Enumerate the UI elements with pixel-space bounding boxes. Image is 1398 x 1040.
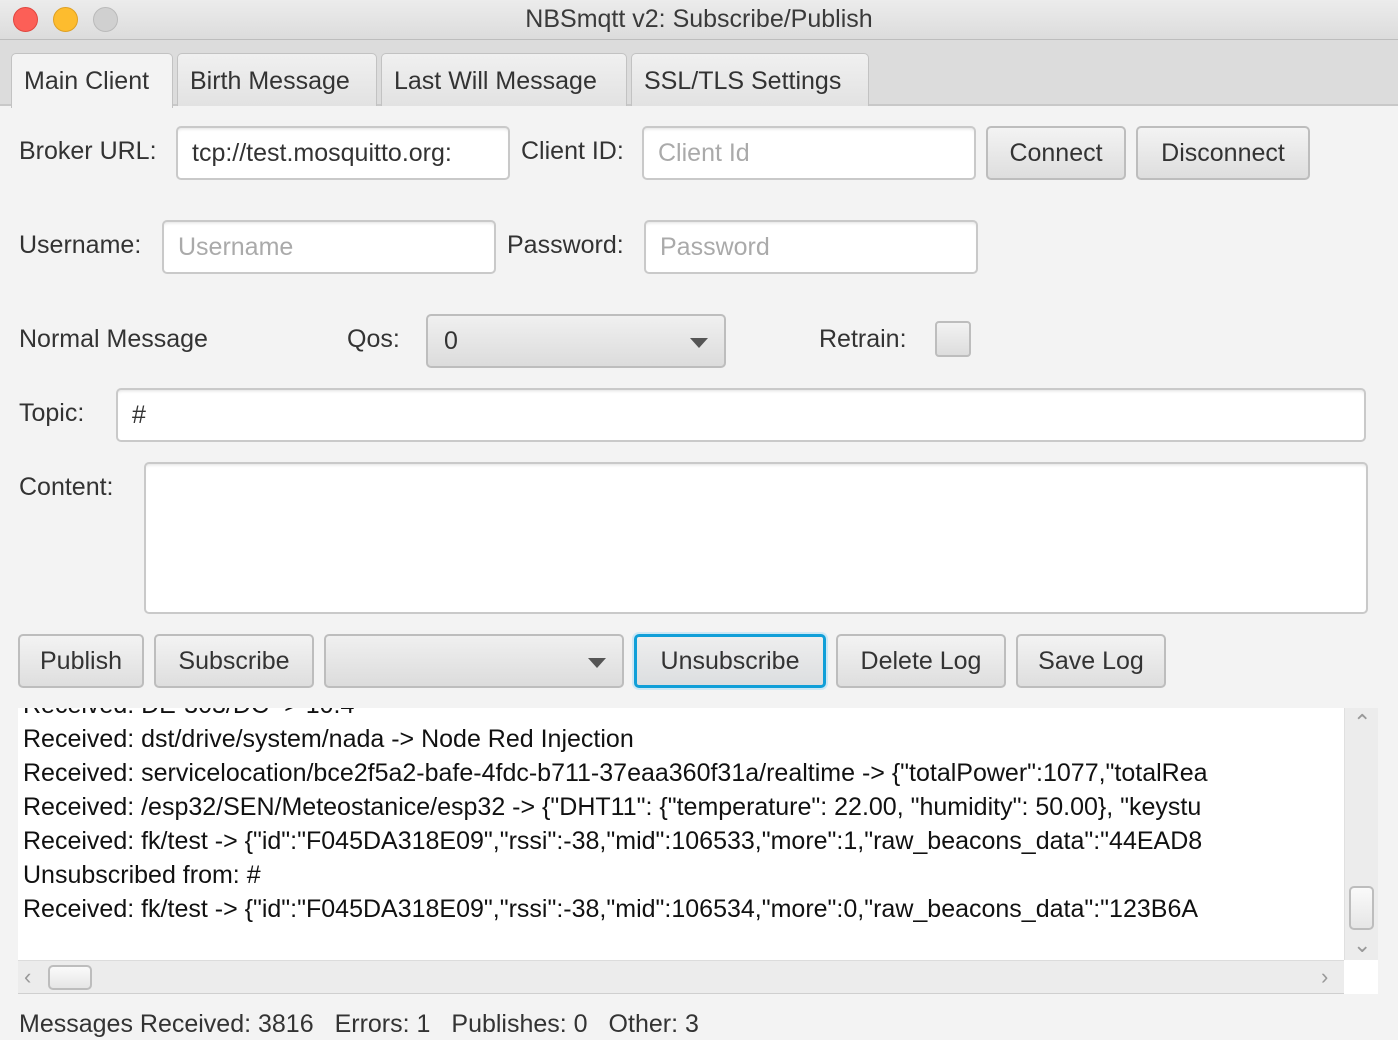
- tab-ssl-tls-settings[interactable]: SSL/TLS Settings: [631, 53, 869, 106]
- topic-input[interactable]: #: [116, 388, 1366, 442]
- tab-main-client[interactable]: Main Client: [11, 53, 173, 108]
- publishes-count: Publishes: 0: [451, 1010, 588, 1038]
- scrollbar-corner: [1344, 960, 1378, 994]
- tab-birth-message[interactable]: Birth Message: [177, 53, 377, 106]
- subscribe-button[interactable]: Subscribe: [154, 634, 314, 688]
- client-id-input[interactable]: Client Id: [642, 126, 976, 180]
- chevron-down-icon: [588, 658, 606, 668]
- qos-select[interactable]: 0: [426, 314, 726, 368]
- horizontal-scroll-thumb[interactable]: [48, 965, 92, 990]
- scroll-right-icon[interactable]: ›: [1321, 966, 1328, 988]
- chevron-down-icon: [690, 338, 708, 348]
- status-bar: Messages Received: 3816 Errors: 1 Publis…: [19, 1010, 713, 1039]
- client-id-label: Client ID:: [521, 137, 624, 165]
- log-line: Received: DE-303/DC -> 10.4: [23, 708, 354, 720]
- messages-received-count: Messages Received: 3816: [19, 1010, 314, 1038]
- errors-count: Errors: 1: [334, 1010, 431, 1038]
- log-line: Unsubscribed from: #: [23, 861, 261, 889]
- publish-button[interactable]: Publish: [18, 634, 144, 688]
- delete-log-button[interactable]: Delete Log: [836, 634, 1006, 688]
- content-textarea[interactable]: [144, 462, 1368, 614]
- scroll-left-icon[interactable]: ‹: [24, 966, 31, 988]
- window-title: NBSmqtt v2: Subscribe/Publish: [525, 5, 873, 33]
- vertical-scroll-thumb[interactable]: [1349, 886, 1374, 930]
- log-line: Received: fk/test -> {"id":"F045DA318E09…: [23, 827, 1203, 855]
- message-log[interactable]: Received: DE-303/DC -> 10.4 Received: ds…: [18, 708, 1344, 960]
- other-count: Other: 3: [608, 1010, 699, 1038]
- topic-label: Topic:: [19, 399, 85, 427]
- log-vertical-scrollbar[interactable]: ⌃ ⌄: [1344, 708, 1378, 960]
- unsubscribe-button[interactable]: Unsubscribe: [634, 634, 826, 688]
- broker-url-label: Broker URL:: [19, 137, 157, 165]
- retain-checkbox[interactable]: [935, 321, 971, 357]
- log-line: Received: dst/drive/system/nada -> Node …: [23, 725, 634, 753]
- save-log-button[interactable]: Save Log: [1016, 634, 1166, 688]
- broker-url-input[interactable]: tcp://test.mosquitto.org:: [176, 126, 510, 180]
- password-label: Password:: [507, 231, 624, 259]
- tab-bar: Main Client Birth Message Last Will Mess…: [0, 40, 1398, 108]
- subscription-select[interactable]: [324, 634, 624, 688]
- log-line: Received: /esp32/SEN/Meteostanice/esp32 …: [23, 793, 1202, 821]
- content-label: Content:: [19, 473, 114, 501]
- log-line: Received: fk/test -> {"id":"F045DA318E09…: [23, 895, 1199, 923]
- qos-value: 0: [444, 326, 458, 355]
- message-mode-label: Normal Message: [19, 325, 208, 353]
- scroll-down-icon[interactable]: ⌄: [1353, 934, 1371, 956]
- qos-label: Qos:: [347, 325, 400, 353]
- disconnect-button[interactable]: Disconnect: [1136, 126, 1310, 180]
- username-input[interactable]: Username: [162, 220, 496, 274]
- tab-last-will-message[interactable]: Last Will Message: [381, 53, 627, 106]
- retain-label: Retrain:: [819, 325, 907, 353]
- connect-button[interactable]: Connect: [986, 126, 1126, 180]
- scroll-up-icon[interactable]: ⌃: [1353, 712, 1371, 734]
- username-label: Username:: [19, 231, 142, 259]
- log-line: Received: servicelocation/bce2f5a2-bafe-…: [23, 759, 1208, 787]
- password-input[interactable]: Password: [644, 220, 978, 274]
- log-horizontal-scrollbar[interactable]: ‹ ›: [18, 960, 1344, 994]
- title-bar: NBSmqtt v2: Subscribe/Publish: [0, 0, 1398, 40]
